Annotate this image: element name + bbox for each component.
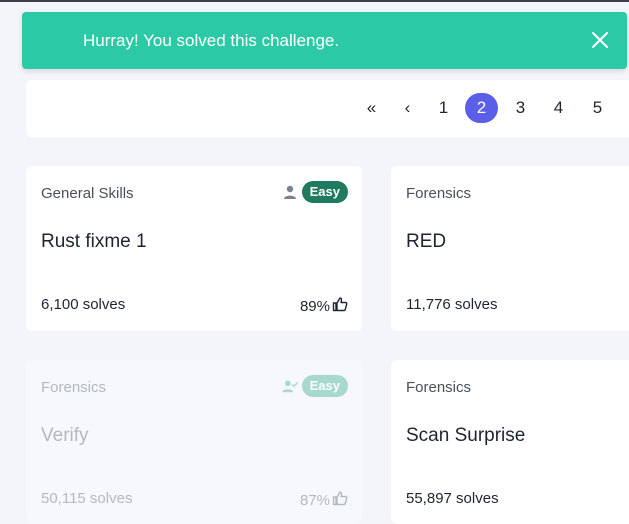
solves-count: 6,100 solves — [41, 296, 126, 313]
rating-value: 87% — [299, 491, 330, 509]
page-button-1[interactable]: 1 — [427, 93, 460, 123]
challenge-card[interactable]: Forensics Scan Surprise 55,897 solves — [391, 360, 629, 524]
thumbs-up-icon — [332, 490, 348, 510]
success-toast: Hurray! You solved this challenge. — [22, 12, 627, 69]
page-button-5[interactable]: 5 — [581, 93, 614, 123]
challenge-title: RED — [406, 231, 447, 252]
difficulty-area: Easy — [282, 181, 348, 203]
pagination: « ‹ 1 2 3 4 5 — [26, 80, 629, 137]
rating-value: 89% — [299, 297, 330, 315]
page-button-3[interactable]: 3 — [504, 93, 537, 123]
page-button-2[interactable]: 2 — [465, 93, 498, 123]
user-icon — [282, 184, 298, 200]
challenge-category: Forensics — [406, 379, 472, 396]
page-button-4[interactable]: 4 — [542, 93, 575, 123]
difficulty-area: Easy — [282, 375, 348, 397]
difficulty-badge: Easy — [301, 375, 348, 397]
challenge-title: Rust fixme 1 — [41, 231, 147, 252]
thumbs-up-icon — [332, 296, 348, 316]
user-check-icon — [282, 378, 298, 394]
close-icon[interactable] — [587, 27, 613, 53]
first-page-button[interactable]: « — [355, 93, 388, 123]
rating: 89% — [300, 296, 348, 316]
rating: 87% — [300, 490, 348, 510]
challenge-title: Verify — [41, 425, 89, 446]
challenge-title: Scan Surprise — [406, 425, 526, 446]
prev-page-button[interactable]: ‹ — [391, 93, 424, 123]
challenge-card[interactable]: General Skills Easy Rust fixme 1 6,100 s… — [26, 166, 362, 331]
solves-count: 55,897 solves — [406, 490, 499, 507]
solves-count: 11,776 solves — [406, 296, 498, 313]
challenge-category: Forensics — [41, 379, 107, 396]
toast-message: Hurray! You solved this challenge. — [83, 31, 340, 50]
difficulty-badge: Easy — [301, 181, 348, 203]
solves-count: 50,115 solves — [41, 490, 133, 507]
challenge-category: General Skills — [41, 185, 134, 202]
challenge-category: Forensics — [406, 185, 472, 202]
challenge-card-solved[interactable]: Forensics Easy Verify 50,115 solves 87% — [26, 360, 362, 524]
top-border — [0, 0, 629, 2]
challenge-card[interactable]: Forensics RED 11,776 solves — [391, 166, 629, 331]
